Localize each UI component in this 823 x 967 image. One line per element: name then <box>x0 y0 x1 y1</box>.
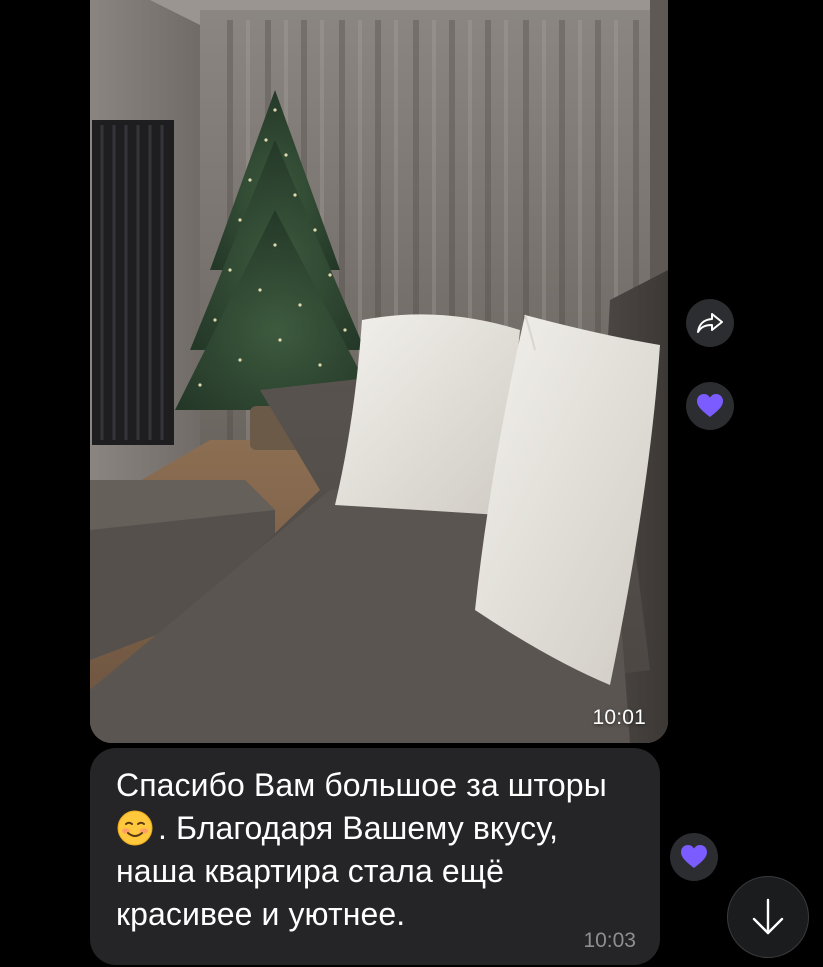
message-timestamp: 10:03 <box>583 929 636 952</box>
photo-message[interactable]: 10:01 <box>90 0 668 743</box>
message-line-4: красивее и уютнее. <box>116 896 406 932</box>
photo-timestamp: 10:01 <box>592 706 646 729</box>
message-line-3: наша квартира стала ещё <box>116 853 505 889</box>
scroll-down-button[interactable] <box>727 876 809 958</box>
message-line-2-text: . Благодаря Вашему вкусу, <box>158 810 559 846</box>
smiling-face-emoji <box>117 810 153 846</box>
purple-heart-icon <box>697 394 723 417</box>
purple-heart-icon <box>681 845 707 868</box>
arrow-down-icon <box>752 898 784 935</box>
message-line-2: . Благодаря Вашему вкусу, <box>116 807 634 850</box>
photo-reaction[interactable] <box>686 382 734 430</box>
message-text: Спасибо Вам большое за шторы . Благодаря… <box>116 764 634 936</box>
message-reaction[interactable] <box>670 833 718 881</box>
forward-button[interactable] <box>686 299 734 347</box>
message-line-1: Спасибо Вам большое за шторы <box>116 767 607 803</box>
chat-screen: 10:01 Спасибо Вам большое за шторы . Бла… <box>0 0 823 967</box>
text-message[interactable]: Спасибо Вам большое за шторы . Благодаря… <box>90 748 660 965</box>
forward-arrow-icon <box>697 313 723 333</box>
room-photo[interactable] <box>90 0 668 743</box>
